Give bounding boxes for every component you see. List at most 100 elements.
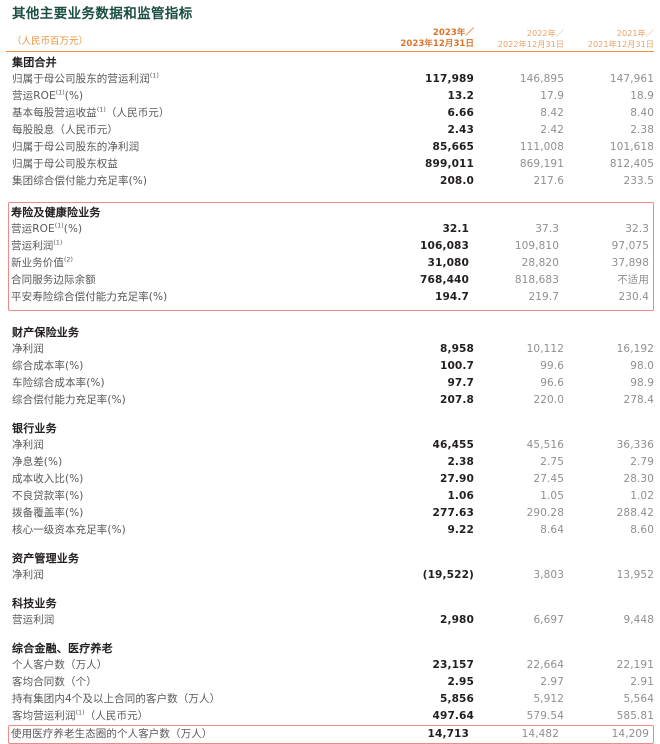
cell-value: 13,952 [616,569,654,581]
cell-value: 100.7 [439,360,474,372]
row-label: 归属于母公司股东的营运利润(1) [12,72,159,85]
table-row: 每股股息（人民币元） 2.43 2.42 2.38 [12,122,654,139]
cell-value: 3,803 [533,569,564,581]
table-row: 核心一级资本充足率(%) 9.22 8.64 8.60 [12,522,654,539]
cell-value: 8.64 [540,524,564,536]
row-label: 综合成本率(%) [12,360,84,372]
cell-value: 17.9 [540,90,564,102]
table-row: 净息差(%) 2.38 2.75 2.79 [12,454,654,471]
section-title: 银行业务 [12,422,57,435]
cell-value: 37.3 [535,223,559,235]
cell-value: 117,989 [425,73,474,85]
table-row: 不良贷款率(%) 1.06 1.05 1.02 [12,488,654,505]
footnote-marker: (2) [64,256,74,264]
column-header-2023-year: 2023年／ [432,28,474,38]
row-label: 净利润 [12,343,44,355]
footnote-marker: (1) [75,709,85,717]
table-row: 个人客户数（万人） 23,157 22,664 22,191 [12,657,654,674]
table-header: （人民币百万元） 2023年／ 2023年12月31日 2022年／ 2022年… [6,23,654,52]
cell-value: 14,209 [611,728,649,740]
cell-value: 2.38 [630,124,654,136]
cell-value: 32.3 [625,223,649,235]
cell-value: 46,455 [432,439,474,451]
cell-value: 207.8 [439,394,474,406]
section-title: 财产保险业务 [12,326,80,339]
cell-value: 8.42 [540,107,564,119]
column-header-2021-date: 2021年12月31日 [587,38,654,49]
cell-value: 2.42 [540,124,564,136]
cell-value: 97,075 [611,240,649,252]
cell-value: 217.6 [533,175,564,187]
row-label: 归属于母公司股东的净利润 [12,141,140,153]
table-row: 综合成本率(%) 100.7 99.6 98.0 [12,358,654,375]
table-row: 合同服务边际余额 768,440 818,683 不适用 [11,272,649,289]
table-row: 新业务价值(2) 31,080 28,820 37,898 [11,255,649,272]
cell-value: 2.38 [447,456,474,468]
cell-value: 8.60 [630,524,654,536]
cell-value: 2.95 [447,676,474,688]
footnote-marker: (1) [54,222,64,230]
row-label: 个人客户数（万人） [12,659,108,671]
row-label: 客均合同数（个） [12,676,97,688]
table-section: 寿险及健康险业务 营运ROE(1)(%) 32.1 37.3 32.3 营运利润(1) 10… [8,202,654,311]
cell-value: 36,336 [616,439,654,451]
section-title: 集团合并 [12,56,57,69]
row-label-suffix: (%) [64,90,84,102]
row-label: 每股股息（人民币元） [12,124,118,136]
cell-value: 2.43 [447,124,474,136]
cell-value: 18.9 [630,90,654,102]
cell-value: 14,482 [521,728,559,740]
report-table-page: 其他主要业务数据和监管指标 （人民币百万元） 2023年／ 2023年12月31… [0,0,660,744]
table-section: 银行业务 净利润 46,455 45,516 36,336 净息差(%) 2.38 2.75 2… [12,418,654,539]
row-label: 营运ROE(1)(%) [11,222,83,235]
row-label: 净利润 [12,439,44,451]
table-row: 综合偿付能力充足率(%) 207.8 220.0 278.4 [12,392,654,409]
table-row: 集团综合偿付能力充足率(%) 208.0 217.6 233.5 [12,173,654,190]
cell-value: 8.40 [630,107,654,119]
section-title: 资产管理业务 [12,552,80,565]
table-row: 营运ROE(1)(%) 32.1 37.3 32.3 [11,221,649,238]
column-header-2022: 2022年／ 2022年12月31日 [474,28,564,49]
cell-value: 45,516 [526,439,564,451]
cell-value: 219.7 [528,291,559,303]
row-label-suffix: （人民币元） [84,710,149,722]
row-label: 车险综合成本率(%) [12,377,105,389]
table-row: 持有集团内4个及以上合同的客户数（万人） 5,856 5,912 5,564 [12,691,654,708]
footnote-marker: (1) [53,239,63,247]
cell-value: 98.0 [630,360,654,372]
table-section: 资产管理业务 净利润 (19,522) 3,803 13,952 [12,548,654,584]
cell-value: 869,191 [519,158,564,170]
row-label: 营运利润 [12,614,55,626]
section-title: 寿险及健康险业务 [11,206,101,219]
cell-value: 1.05 [540,490,564,502]
table-row: 净利润 8,958 10,112 16,192 [12,341,654,358]
cell-value: 147,961 [609,73,654,85]
cell-value: 2.91 [630,676,654,688]
row-label: 不良贷款率(%) [12,490,84,502]
cell-value: 5,912 [533,693,564,705]
cell-value: 32.1 [442,223,469,235]
cell-value: 899,011 [425,158,474,170]
cell-value: 230.4 [618,291,649,303]
currency-unit-label: （人民币百万元） [12,36,89,47]
cell-value: 106,083 [420,240,469,252]
row-label: 基本每股营运收益(1)（人民币元） [12,106,170,119]
row-label: 合同服务边际余额 [11,274,96,286]
table-row: 净利润 46,455 45,516 36,336 [12,437,654,454]
row-label-suffix: (%) [63,223,83,235]
cell-value: 5,564 [623,693,654,705]
cell-value: 111,008 [519,141,564,153]
cell-value: 579.54 [526,710,564,722]
cell-value: 812,405 [609,158,654,170]
row-label: 净利润 [12,569,44,581]
table-section: 综合金融、医疗养老 个人客户数（万人） 23,157 22,664 22,191 客均合同… [8,638,654,744]
cell-value: 2.97 [540,676,564,688]
cell-value: 109,810 [514,240,559,252]
cell-value: 2.75 [540,456,564,468]
footnote-marker: (1) [55,89,65,97]
